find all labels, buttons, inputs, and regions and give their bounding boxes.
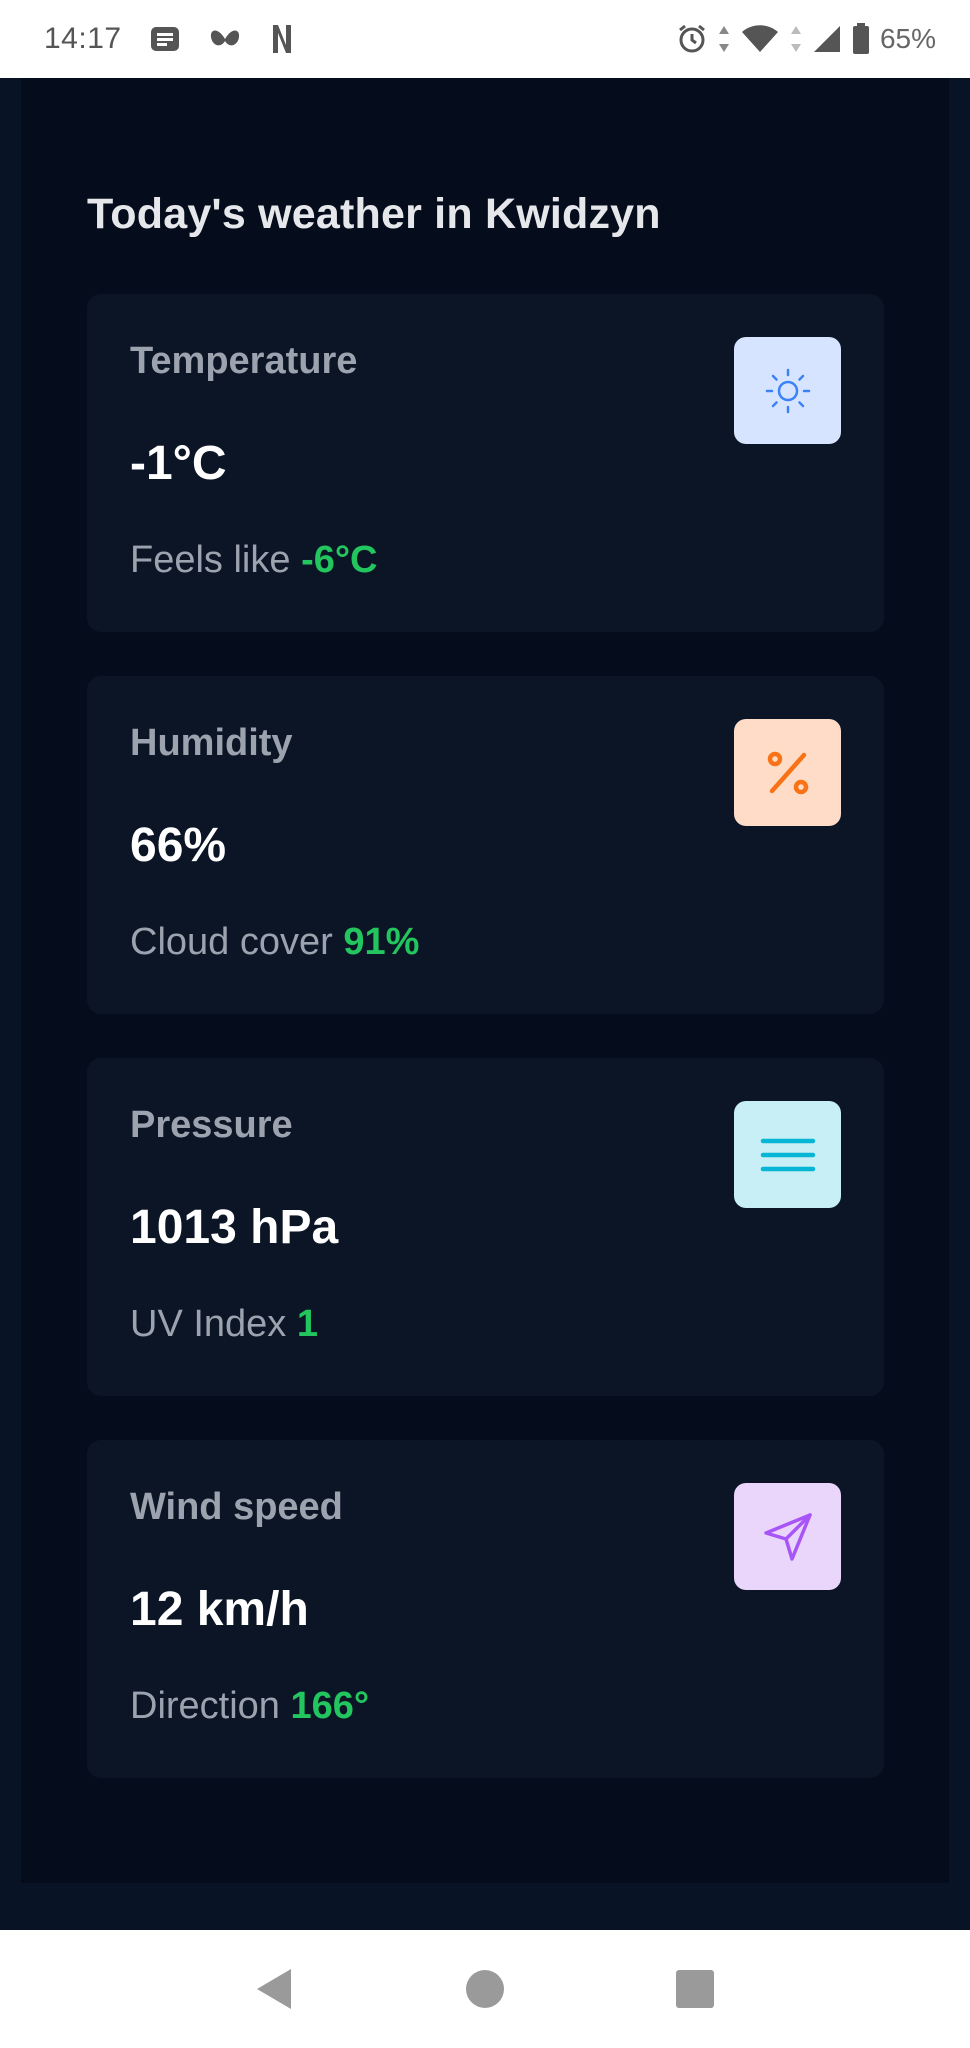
card-sub-label: Feels like — [130, 539, 291, 581]
card-label: Temperature — [130, 340, 358, 382]
temperature-card: Temperature -1°C Feels like -6°C — [87, 294, 884, 632]
recents-icon[interactable] — [665, 1959, 725, 2019]
message-icon — [150, 26, 180, 52]
home-icon[interactable] — [455, 1959, 515, 2019]
card-value: 1013 hPa — [130, 1201, 339, 1254]
card-sub-value: 91% — [343, 921, 420, 963]
card-value: -1°C — [130, 437, 227, 490]
status-right: 65% — [666, 23, 936, 55]
sun-icon — [734, 337, 841, 444]
card-sub: UV Index 1 — [130, 1303, 318, 1346]
card-sub-label: Cloud cover — [130, 921, 333, 963]
card-sub-label: UV Index — [130, 1303, 287, 1345]
alarm-icon — [676, 23, 708, 55]
back-icon[interactable] — [245, 1959, 305, 2019]
data-arrows-icon — [718, 24, 730, 54]
card-value: 12 km/h — [130, 1583, 309, 1636]
battery-icon — [852, 23, 870, 55]
card-sub: Direction 166° — [130, 1685, 369, 1728]
send-icon — [734, 1483, 841, 1590]
wifi-icon — [740, 24, 780, 54]
menu-lines-icon — [734, 1101, 841, 1208]
card-label: Wind speed — [130, 1486, 343, 1528]
battery-percent: 65% — [879, 23, 936, 54]
data-arrows-icon-2 — [790, 24, 802, 54]
card-sub-value: -6°C — [301, 539, 378, 581]
card-label: Pressure — [130, 1104, 293, 1146]
signal-icon — [812, 24, 842, 54]
card-sub-value: 1 — [296, 1303, 319, 1345]
pressure-card: Pressure 1013 hPa UV Index 1 — [87, 1058, 884, 1396]
navigation-bar — [0, 1930, 970, 2048]
status-left: 14:17 — [44, 22, 294, 56]
status-time: 14:17 — [44, 22, 122, 55]
butterfly-icon — [208, 25, 242, 53]
wind-speed-card: Wind speed 12 km/h Direction 166° — [87, 1440, 884, 1778]
page-title: Today's weather in Kwidzyn — [87, 190, 661, 238]
percent-icon — [734, 719, 841, 826]
humidity-card: Humidity 66% Cloud cover 91% — [87, 676, 884, 1014]
card-label: Humidity — [130, 722, 293, 764]
card-sub-label: Direction — [130, 1685, 280, 1727]
n-app-icon — [270, 23, 294, 55]
card-sub-value: 166° — [290, 1685, 370, 1727]
card-value: 66% — [130, 819, 227, 872]
status-bar: 14:17 65% — [0, 0, 970, 78]
card-sub: Feels like -6°C — [130, 539, 378, 582]
card-sub: Cloud cover 91% — [130, 921, 419, 964]
